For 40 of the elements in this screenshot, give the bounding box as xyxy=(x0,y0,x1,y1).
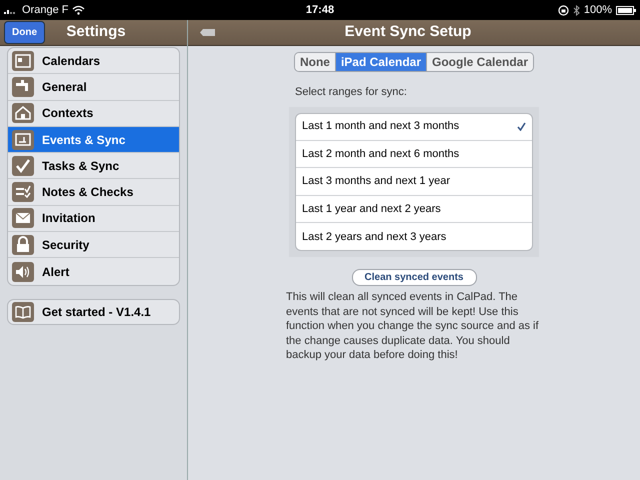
book-icon xyxy=(12,302,34,322)
range-option[interactable]: Last 2 month and next 6 months xyxy=(296,140,532,168)
ranges-label: Select ranges for sync: xyxy=(294,85,408,100)
clean-description: This will clean all synced events in CalPad. The events that are not synced will be kept! Use this function when you change the sync source and as if the change causes duplicate data. You should backup your data before doing this! xyxy=(286,290,540,363)
battery-percent: 100% xyxy=(584,2,612,18)
settings-item[interactable]: General xyxy=(8,74,179,101)
range-option[interactable]: Last 1 month and next 3 months xyxy=(296,114,532,141)
battery-icon xyxy=(616,6,636,14)
source-segment[interactable]: None xyxy=(294,53,335,71)
wifi-icon xyxy=(72,5,86,15)
calendar-icon xyxy=(12,50,34,71)
rotation-lock-icon xyxy=(558,4,569,16)
screen-icon xyxy=(12,130,34,150)
sidebar-title: Settings xyxy=(65,22,127,42)
back-arrow-icon xyxy=(200,29,215,36)
range-option[interactable]: Last 1 year and next 2 years xyxy=(296,196,532,224)
checklist-icon xyxy=(12,182,34,202)
range-option[interactable]: Last 3 months and next 1 year xyxy=(296,168,532,196)
clean-synced-events-button[interactable]: Clean synced events xyxy=(352,269,476,286)
get-started-item[interactable]: Get started - V1.4.1 xyxy=(7,298,180,325)
settings-item[interactable]: Events & Sync xyxy=(8,126,179,154)
range-option[interactable]: Last 2 years and next 3 years xyxy=(296,223,532,250)
settings-item[interactable]: Calendars xyxy=(8,48,179,74)
lock-icon xyxy=(12,234,34,255)
settings-item[interactable]: Tasks & Sync xyxy=(8,153,179,180)
source-segment[interactable]: iPad Calendar xyxy=(334,53,426,71)
detail-title: Event Sync Setup xyxy=(344,22,472,42)
bluetooth-icon xyxy=(572,4,580,16)
settings-item[interactable]: Alert xyxy=(8,258,179,285)
source-segment[interactable]: Google Calendar xyxy=(426,53,534,71)
done-button[interactable]: Done xyxy=(4,21,45,44)
settings-item[interactable]: Invitation xyxy=(8,206,179,232)
carrier-name: Orange F xyxy=(22,2,68,18)
speaker-icon xyxy=(12,262,34,282)
envelope-icon xyxy=(12,208,34,228)
clock-time: 17:48 xyxy=(304,2,336,18)
settings-item[interactable]: Security xyxy=(8,232,179,258)
house-icon xyxy=(12,103,34,124)
checkmark-icon xyxy=(12,156,34,176)
settings-item[interactable]: Notes & Checks xyxy=(8,179,179,206)
